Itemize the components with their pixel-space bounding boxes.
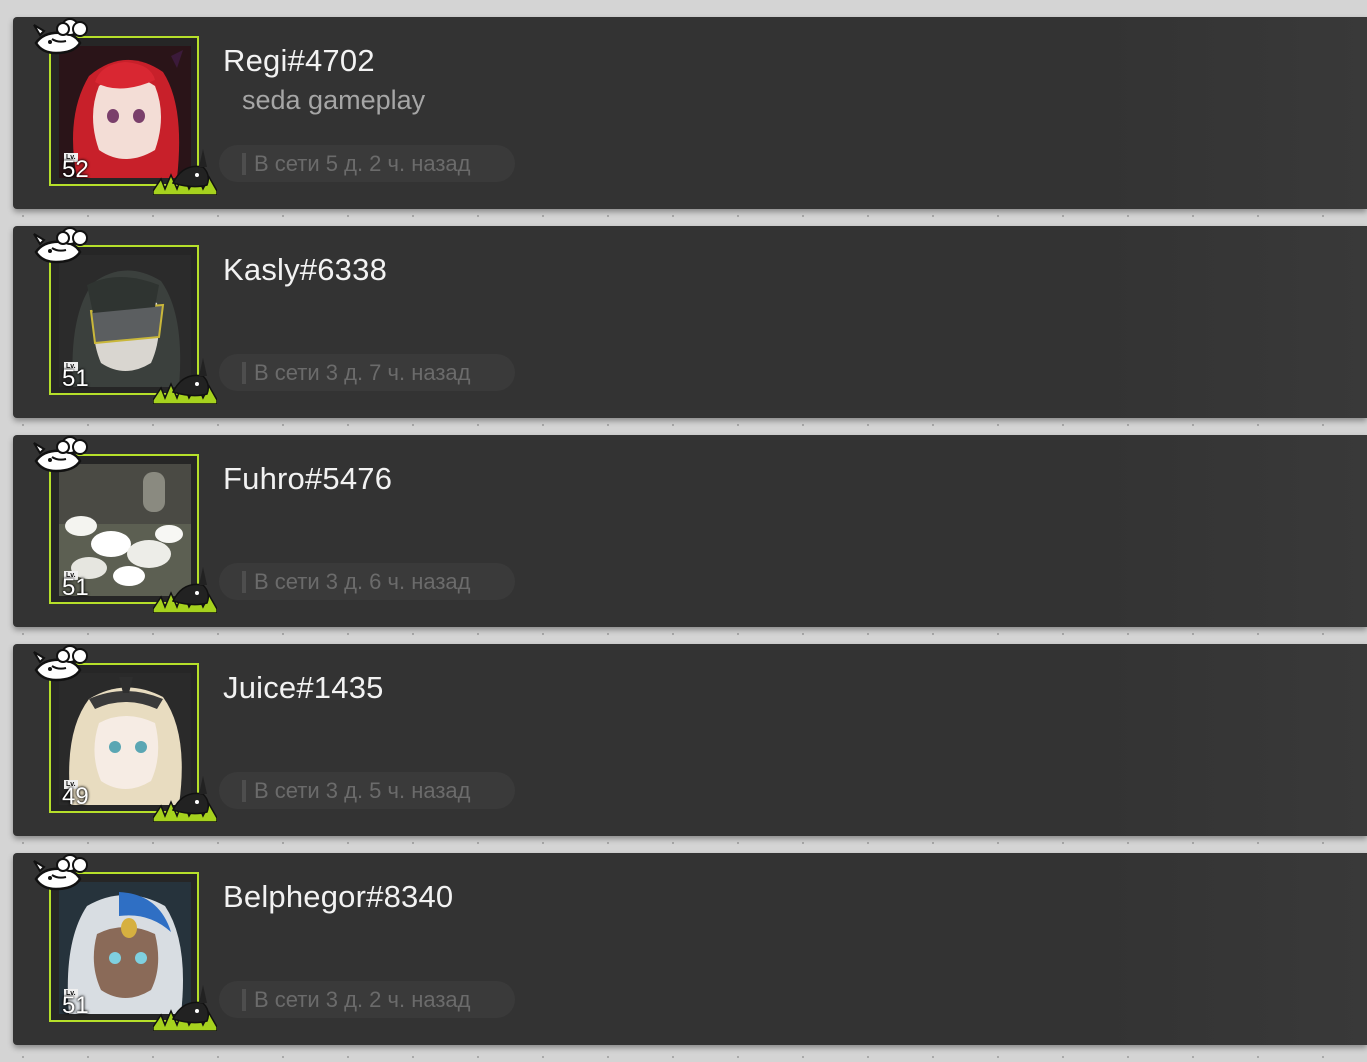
cloud-creature-icon (33, 227, 88, 264)
grass-creature-icon (153, 985, 217, 1031)
friend-list: Lv. 52 Regi#4702 ❝ seda gameplay В сети … (0, 0, 1367, 1062)
cloud-creature-icon (33, 18, 88, 55)
friend-card[interactable]: Lv. 51 Kasly#6338 В сети 3 д. 7 ч. назад (13, 226, 1367, 418)
last-online-text: В сети 3 д. 6 ч. назад (254, 569, 471, 594)
status-divider (242, 989, 246, 1011)
cloud-creature-icon (33, 854, 88, 891)
friend-card[interactable]: Lv. 51 Fuhro#5476 В сети 3 д. 6 ч. назад (13, 435, 1367, 627)
online-status-badge: В сети 3 д. 6 ч. назад (219, 563, 515, 600)
grass-creature-icon (153, 358, 217, 404)
signature: ❝ seda gameplay (224, 85, 466, 209)
grass-creature-icon (153, 149, 217, 195)
status-divider (242, 362, 246, 384)
cloud-creature-icon (33, 645, 88, 682)
level-value: 49 (62, 783, 89, 810)
level-value: 51 (62, 365, 89, 392)
username: Belphegor#8340 (223, 879, 454, 914)
friend-card[interactable]: Lv. 49 Juice#1435 В сети 3 д. 5 ч. назад (13, 644, 1367, 836)
divider (22, 424, 1367, 426)
online-status-badge: В сети 3 д. 5 ч. назад (219, 772, 515, 809)
divider (22, 633, 1367, 635)
signature-text: seda gameplay (242, 85, 426, 115)
online-status-badge: В сети 3 д. 2 ч. назад (219, 981, 515, 1018)
username: Kasly#6338 (223, 252, 388, 287)
grass-creature-icon (153, 776, 217, 822)
level-value: 52 (62, 156, 89, 183)
online-status-badge: В сети 5 д. 2 ч. назад (219, 145, 515, 182)
status-divider (242, 780, 246, 802)
divider (22, 215, 1367, 217)
status-divider (242, 153, 246, 175)
username: Juice#1435 (223, 670, 384, 705)
friend-card[interactable]: Lv. 52 Regi#4702 ❝ seda gameplay В сети … (13, 17, 1367, 209)
last-online-text: В сети 3 д. 2 ч. назад (254, 987, 471, 1012)
status-divider (242, 571, 246, 593)
last-online-text: В сети 5 д. 2 ч. назад (254, 151, 471, 176)
last-online-text: В сети 3 д. 5 ч. назад (254, 778, 471, 803)
level-value: 51 (62, 574, 89, 601)
last-online-text: В сети 3 д. 7 ч. назад (254, 360, 471, 385)
divider (22, 842, 1367, 844)
username: Fuhro#5476 (223, 461, 393, 496)
divider (22, 1056, 1367, 1058)
level-value: 51 (62, 992, 89, 1019)
grass-creature-icon (153, 567, 217, 613)
cloud-creature-icon (33, 436, 88, 473)
friend-card[interactable]: Lv. 51 Belphegor#8340 В сети 3 д. 2 ч. н… (13, 853, 1367, 1045)
username: Regi#4702 (223, 43, 375, 78)
online-status-badge: В сети 3 д. 7 ч. назад (219, 354, 515, 391)
